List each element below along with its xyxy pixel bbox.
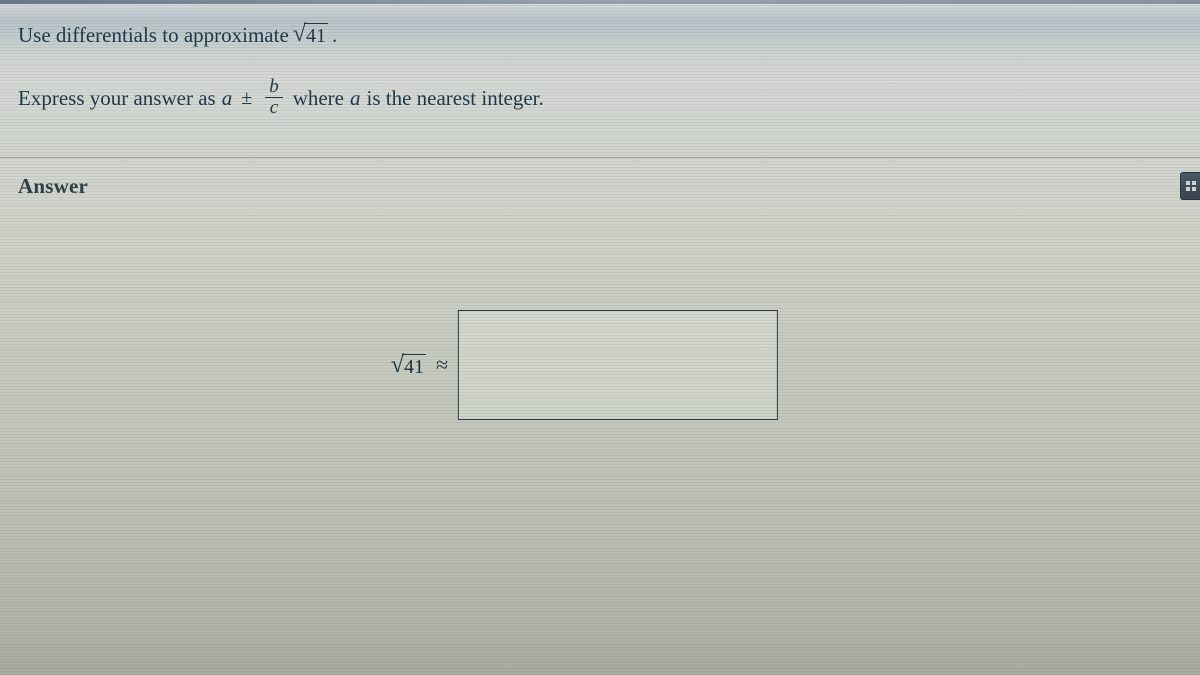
fraction-denominator: c — [266, 98, 282, 118]
sqrt-41-answer: √ 41 — [391, 351, 426, 379]
fraction-numerator: b — [265, 77, 283, 97]
keypad-icon — [1186, 181, 1196, 191]
keypad-toggle-button[interactable] — [1180, 172, 1200, 200]
instruction-line-2: Express your answer as a ± b c where a i… — [18, 78, 1182, 119]
instruction-prefix: Use differentials to approximate — [18, 23, 289, 48]
instruction-suffix: . — [332, 23, 337, 48]
sqrt-41-inline: √ 41 — [293, 20, 328, 48]
radicand-41-answer: 41 — [402, 354, 426, 379]
express-suffix: is the nearest integer. — [367, 86, 544, 111]
plus-minus-symbol: ± — [241, 87, 252, 110]
section-divider — [0, 157, 1200, 158]
variable-a-2: a — [350, 86, 361, 111]
answer-heading: Answer — [18, 174, 88, 199]
radical-symbol-icon: √ — [293, 22, 306, 46]
answer-input-area: √ 41 ≈ — [391, 310, 778, 420]
express-prefix: Express your answer as — [18, 86, 216, 111]
express-mid: where — [293, 86, 344, 111]
fraction-b-over-c: b c — [265, 77, 283, 118]
radicand-41: 41 — [304, 23, 328, 48]
radical-symbol-icon: √ — [391, 353, 404, 377]
approx-equal-symbol: ≈ — [436, 352, 448, 378]
answer-input[interactable] — [458, 310, 778, 420]
variable-a: a — [222, 86, 233, 111]
instruction-line-1: Use differentials to approximate √ 41 . — [18, 20, 1182, 48]
